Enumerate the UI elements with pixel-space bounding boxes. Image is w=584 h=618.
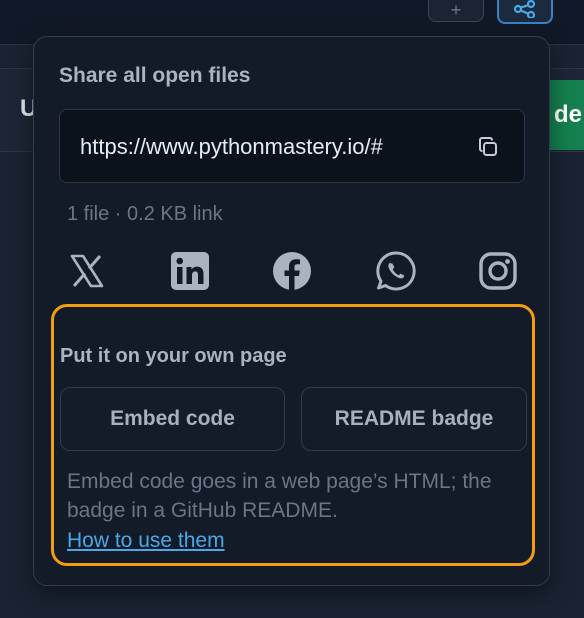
embed-description: Embed code goes in a web page’s HTML; th… [67,470,492,522]
plus-icon: + [450,0,462,20]
share-panel-title: Share all open files [59,64,251,87]
embed-code-button[interactable]: Embed code [60,387,285,451]
share-url-text[interactable]: https://www.pythonmastery.io/# [80,134,440,160]
embed-section: Put it on your own page Embed code READM… [51,304,535,566]
share-url-field[interactable]: https://www.pythonmastery.io/# [59,109,525,183]
embed-code-button-label: Embed code [110,407,235,430]
readme-badge-button-label: README badge [334,407,494,430]
partial-green-button[interactable]: de [548,80,584,150]
share-panel: Share all open files https://www.pythonm… [33,36,550,586]
instagram-icon[interactable] [476,249,520,293]
share-icon [513,0,536,18]
embed-section-title: Put it on your own page [60,345,287,367]
share-button[interactable] [497,0,553,24]
copy-icon[interactable] [476,135,500,164]
partial-green-button-label: de [554,101,583,128]
file-info: 1 file · 0.2 KB link [67,203,223,225]
linkedin-icon[interactable] [168,249,212,293]
readme-badge-button[interactable]: README badge [301,387,527,451]
how-to-use-link[interactable]: How to use them [67,529,225,553]
facebook-icon[interactable] [270,249,314,293]
whatsapp-icon[interactable] [374,249,418,293]
add-button[interactable]: + [428,0,484,22]
x-icon[interactable] [65,249,109,293]
